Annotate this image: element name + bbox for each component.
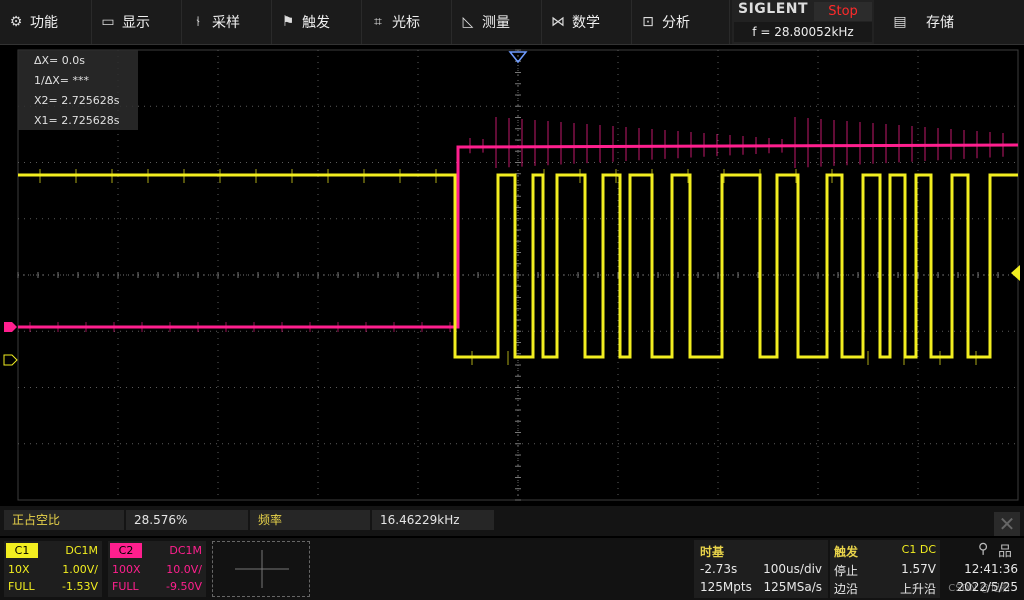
trigger-source: C1 DC <box>901 543 936 556</box>
channel-2-scale: 10.0V/ <box>166 563 202 576</box>
acquire-icon: ⫮ <box>196 14 200 30</box>
channel-2-panel[interactable]: C2 DC1M 100X 10.0V/ FULL -9.50V <box>108 541 206 597</box>
trigger-type: 边沿 <box>834 582 859 596</box>
menu-math[interactable]: ⋈ 数学 <box>542 0 632 44</box>
menu-label: 存储 <box>926 15 954 31</box>
watermark: CSDN @记船 <box>948 583 1010 594</box>
menu-label: 测量 <box>482 15 510 31</box>
ruler-icon: ◺ <box>462 14 474 30</box>
close-measurements-button[interactable]: ✕ <box>994 512 1020 536</box>
measurement-bar: 正占空比 28.576% 频率 16.46229kHz ✕ <box>0 506 1024 536</box>
channel-1-tag: C1 <box>6 543 38 558</box>
crosshair-icon <box>235 550 289 588</box>
trigger-level-marker[interactable] <box>1011 265 1020 281</box>
network-icon: 品 <box>998 544 1012 560</box>
math-icon: ⋈ <box>551 14 565 30</box>
channel-1-panel[interactable]: C1 DC1M 10X 1.00V/ FULL -1.53V <box>4 541 102 597</box>
menu-bar: ⚙ 功能 ▭ 显示 ⫮ 采样 ⚑ 触发 ⌗ 光标 ◺ 测量 ⋈ 数学 ⊡ 分析 … <box>0 0 1024 45</box>
timebase-panel[interactable]: 时基 -2.73s 100us/div 125Mpts 125MSa/s <box>694 540 828 598</box>
channel-2-bandwidth: FULL <box>112 580 139 593</box>
add-channel-slot[interactable] <box>212 541 310 597</box>
channel-1-scale: 1.00V/ <box>62 563 98 576</box>
menu-save[interactable]: ▤ 存储 <box>876 0 1024 44</box>
trigger-title: 触发 <box>834 545 859 559</box>
menu-label: 功能 <box>30 15 58 31</box>
menu-label: 分析 <box>662 15 690 31</box>
brand-panel: SIGLENT Stop f = 28.80052kHz <box>732 0 874 44</box>
timebase-delay: -2.73s <box>700 562 738 576</box>
cursor-x1: X1= 2.725628s <box>34 114 120 127</box>
menu-trigger[interactable]: ⚑ 触发 <box>272 0 362 44</box>
measure-duty-label: 正占空比 <box>4 510 124 530</box>
trigger-mode: 停止 <box>834 564 859 578</box>
channel-1-bandwidth: FULL <box>8 580 35 593</box>
trigger-slope: 上升沿 <box>899 582 936 596</box>
trigger-panel[interactable]: 触发 C1 DC 停止 1.57V 边沿 上升沿 <box>830 540 940 598</box>
channel-1-probe: 10X <box>8 563 30 576</box>
menu-cursors[interactable]: ⌗ 光标 <box>362 0 452 44</box>
channel-2-probe: 100X <box>112 563 141 576</box>
measure-duty-value: 28.576% <box>126 510 248 530</box>
channel-2-offset: -9.50V <box>166 580 202 593</box>
channel-2-coupling: DC1M <box>169 544 202 557</box>
cursor-inverse-delta-x: 1/ΔX= *** <box>34 74 89 87</box>
analysis-icon: ⊡ <box>642 14 654 30</box>
measure-freq-value: 16.46229kHz <box>372 510 494 530</box>
brand-logo: SIGLENT <box>738 1 809 17</box>
cursor-cross-icon: ⌗ <box>374 14 382 30</box>
graticule <box>17 49 1019 501</box>
markers <box>3 51 1020 366</box>
sample-rate: 125MSa/s <box>763 580 822 594</box>
run-state-badge[interactable]: Stop <box>814 2 872 21</box>
menu-analysis[interactable]: ⊡ 分析 <box>632 0 730 44</box>
channel-2-tag: C2 <box>110 543 142 558</box>
menu-label: 光标 <box>392 15 420 31</box>
menu-acquire[interactable]: ⫮ 采样 <box>182 0 272 44</box>
usb-icon: ⚲ <box>978 541 989 557</box>
channel-1-offset: -1.53V <box>62 580 98 593</box>
monitor-icon: ▭ <box>101 14 115 30</box>
memory-depth: 125Mpts <box>700 580 752 594</box>
waveform-display[interactable] <box>0 45 1024 505</box>
channel-1-offset-marker[interactable] <box>3 354 18 366</box>
menu-label: 触发 <box>302 15 330 31</box>
cursor-x2: X2= 2.725628s <box>34 94 120 107</box>
measure-freq-label: 频率 <box>250 510 370 530</box>
trigger-level: 1.57V <box>901 562 936 576</box>
flag-icon: ⚑ <box>281 14 295 30</box>
timebase-title: 时基 <box>700 545 725 559</box>
system-status: ⚲ 品 12:41:36 2022/5/25 CSDN @记船 <box>944 540 1024 598</box>
timebase-scale: 100us/div <box>763 562 822 576</box>
menu-function[interactable]: ⚙ 功能 <box>0 0 92 44</box>
channel-1-coupling: DC1M <box>65 544 98 557</box>
menu-label: 采样 <box>212 15 240 31</box>
clock-time: 12:41:36 <box>964 562 1018 576</box>
cursor-delta-x: ΔX= 0.0s <box>34 54 85 67</box>
menu-display[interactable]: ▭ 显示 <box>92 0 182 44</box>
menu-measure[interactable]: ◺ 测量 <box>452 0 542 44</box>
cursor-readout: ΔX= 0.0s 1/ΔX= *** X2= 2.725628s X1= 2.7… <box>18 50 138 130</box>
gear-icon: ⚙ <box>9 14 23 30</box>
trigger-frequency: f = 28.80052kHz <box>734 22 872 42</box>
menu-label: 数学 <box>572 15 600 31</box>
menu-label: 显示 <box>122 15 150 31</box>
save-icon: ▤ <box>893 14 907 30</box>
channel-2-offset-marker[interactable] <box>4 322 17 332</box>
